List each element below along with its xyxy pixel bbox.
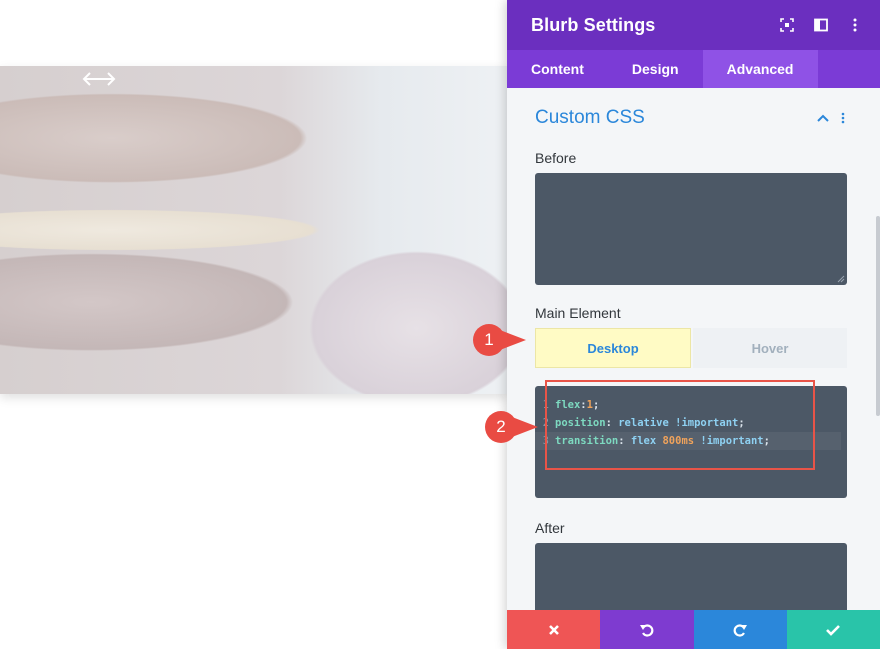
code-highlight-box <box>545 380 815 470</box>
cancel-button[interactable] <box>507 610 601 649</box>
focus-icon[interactable] <box>776 14 798 36</box>
save-button[interactable] <box>786 610 880 649</box>
undo-icon <box>639 623 654 637</box>
step-marker-1: 1 <box>472 323 526 357</box>
panel-body: Custom CSS Before Main Element Desktop H… <box>507 88 880 610</box>
check-icon <box>826 624 841 636</box>
undo-button[interactable] <box>600 610 694 649</box>
after-label: After <box>535 520 565 536</box>
before-css-textarea[interactable] <box>535 173 847 285</box>
step-marker-2: 2 <box>484 410 538 444</box>
device-mode-toggle: Desktop Hover <box>535 328 847 368</box>
tab-content[interactable]: Content <box>507 50 608 88</box>
hover-mode-button[interactable]: Hover <box>693 328 847 368</box>
panel-header: Blurb Settings <box>507 0 880 50</box>
step-marker-1-label: 1 <box>484 330 494 349</box>
after-css-textarea[interactable] <box>535 543 847 610</box>
panel-footer <box>507 610 880 649</box>
tab-design[interactable]: Design <box>608 50 703 88</box>
settings-panel: Blurb Settings Content Design Advanced C… <box>507 0 880 649</box>
resize-grip-icon[interactable] <box>837 275 845 283</box>
blurb-image-preview <box>0 66 508 394</box>
main-element-label: Main Element <box>535 305 621 321</box>
more-vertical-icon[interactable] <box>844 14 866 36</box>
panel-scrollbar[interactable] <box>876 216 880 416</box>
resize-horizontal-icon[interactable] <box>80 70 118 88</box>
close-icon <box>548 624 559 635</box>
section-more-icon[interactable] <box>834 109 852 127</box>
before-label: Before <box>535 150 577 166</box>
step-marker-2-label: 2 <box>496 417 506 436</box>
redo-button[interactable] <box>693 610 787 649</box>
tab-advanced[interactable]: Advanced <box>702 50 818 88</box>
chevron-up-icon[interactable] <box>814 109 832 127</box>
custom-css-section-header[interactable]: Custom CSS <box>535 88 852 144</box>
desktop-mode-button[interactable]: Desktop <box>535 328 691 368</box>
section-title: Custom CSS <box>535 107 645 128</box>
panel-title: Blurb Settings <box>531 14 656 35</box>
split-view-icon[interactable] <box>810 14 832 36</box>
panel-tabs: Content Design Advanced <box>507 50 880 88</box>
redo-icon <box>733 623 748 637</box>
